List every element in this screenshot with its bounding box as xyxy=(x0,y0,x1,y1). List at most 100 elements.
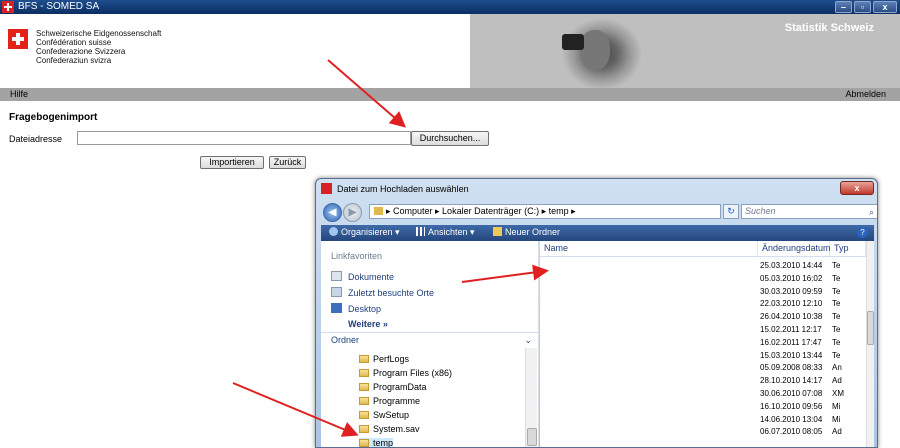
banner-title: Statistik Schweiz xyxy=(784,22,874,34)
file-type: Te xyxy=(832,350,841,360)
documents-icon xyxy=(331,271,342,281)
file-type: Mi xyxy=(832,401,841,411)
folder-program-files-x86[interactable]: Program Files (x86) xyxy=(359,368,452,378)
chevron-down-icon: ⌄ xyxy=(524,335,532,345)
page-title: Fragebogenimport xyxy=(9,112,98,123)
search-icon[interactable]: ⌕ xyxy=(869,206,874,219)
folder-icon xyxy=(359,411,369,419)
link-recent-label: Zuletzt besuchte Orte xyxy=(348,288,435,298)
import-button[interactable]: Importieren xyxy=(200,156,264,169)
help-icon[interactable]: ? xyxy=(857,227,868,238)
new-folder-label: Neuer Ordner xyxy=(505,227,561,237)
favorites-heading: Linkfavoriten xyxy=(331,251,383,261)
file-row[interactable]: Rechnungskopf.doc16.10.2010 09:56Mi xyxy=(540,401,866,412)
file-row[interactable]: sm_73149063_a_2009.txt30.03.2010 09:59Te xyxy=(540,286,866,297)
dialog-close-button[interactable]: x xyxy=(840,181,874,195)
file-row[interactable]: Rechnung.pdf06.07.2010 08:05Ad xyxy=(540,426,866,437)
file-date: 30.03.2010 09:59 xyxy=(760,286,823,296)
menu-help[interactable]: Hilfe xyxy=(10,89,28,99)
file-row[interactable]: sm__a_2009.txt05.03.2010 16:02Te xyxy=(540,273,866,284)
file-row[interactable]: sm_64402_a_2009.txt15.03.2010 13:44Te xyxy=(540,350,866,361)
folder-label: System.sav xyxy=(373,424,420,434)
federation-line-it: Confederazione Svizzera xyxy=(36,47,126,56)
column-header-name[interactable]: Name xyxy=(540,241,758,257)
file-date: 06.07.2010 08:05 xyxy=(760,427,823,437)
swiss-flag-icon xyxy=(8,29,28,49)
file-date: 22.03.2010 12:10 xyxy=(760,299,823,309)
folder-icon xyxy=(359,355,369,363)
folders-heading[interactable]: Ordner ⌄ xyxy=(321,332,538,348)
photographer-face xyxy=(580,30,610,70)
file-row[interactable]: sm_71284392_a_2009.txt22.03.2010 12:10Te xyxy=(540,298,866,309)
link-documents-label: Dokumente xyxy=(348,272,395,282)
file-address-input[interactable] xyxy=(77,131,411,145)
link-documents[interactable]: Dokumente xyxy=(331,271,394,282)
recent-places-icon xyxy=(331,287,342,297)
file-date: 28.10.2010 14:17 xyxy=(760,376,823,386)
forward-arrow-icon[interactable]: ▶ xyxy=(343,203,362,222)
logout-link[interactable]: Abmelden xyxy=(845,89,886,99)
file-type: Te xyxy=(832,273,841,283)
link-desktop[interactable]: Desktop xyxy=(331,303,381,314)
file-row[interactable]: sm_AG71274939_a_2009.txt25.03.2010 14:44… xyxy=(540,260,866,271)
breadcrumb[interactable]: ▸ Computer ▸ Lokaler Datenträger (C:) ▸ … xyxy=(369,204,721,219)
file-upload-dialog: Datei zum Hochladen auswählen x ◀ ▶ ▸ Co… xyxy=(315,178,878,448)
address-bar: ◀ ▶ ▸ Computer ▸ Lokaler Datenträger (C:… xyxy=(321,201,877,223)
file-type: Te xyxy=(832,325,841,334)
folder-system-sav[interactable]: System.sav xyxy=(359,424,420,434)
folders-scrollbar[interactable] xyxy=(525,348,537,447)
close-button[interactable]: x xyxy=(873,1,897,13)
folder-label: Programme xyxy=(373,396,421,406)
file-type: Mi xyxy=(832,414,841,424)
dialog-toolbar: Organisieren ▾ Ansichten ▾ Neuer Ordner … xyxy=(321,225,874,241)
file-date: 15.02.2011 12:17 xyxy=(760,325,822,334)
folder-swsetup[interactable]: SwSetup xyxy=(359,410,409,420)
navigation-pane: Linkfavoriten Dokumente Zuletzt besuchte… xyxy=(321,241,539,447)
maximize-button[interactable]: ▫ xyxy=(854,1,871,13)
file-list-scrollbar[interactable] xyxy=(866,241,874,447)
file-row[interactable]: Rechnungen Mai.xls14.06.2010 13:04Mi xyxy=(540,414,866,425)
new-folder-button[interactable]: Neuer Ordner xyxy=(493,227,560,237)
organize-menu[interactable]: Organisieren ▾ xyxy=(329,227,400,238)
link-recent-places[interactable]: Zuletzt besuchte Orte xyxy=(331,287,434,298)
refresh-icon[interactable]: ↻ xyxy=(723,204,739,219)
file-row[interactable]: sm_71277463_a_2009.txt15.02.2011 12:17Te xyxy=(540,324,866,335)
file-row[interactable]: sm_71273212_a_2010.txt16.02.2011 17:47Te xyxy=(540,337,866,348)
back-arrow-icon[interactable]: ◀ xyxy=(323,203,342,222)
app-icon xyxy=(2,1,14,13)
file-type: XM xyxy=(832,389,844,398)
file-row[interactable]: Saladin.xml30.06.2010 07:08XM xyxy=(540,388,866,399)
file-row[interactable]: Sammelrechnung.pdf28.10.2010 14:17Ad xyxy=(540,375,866,386)
folder-programme[interactable]: Programme xyxy=(359,396,420,406)
file-row[interactable]: SkypeSetup.exe05.09.2008 08:33An xyxy=(540,362,866,373)
file-type: Ad xyxy=(832,427,842,437)
column-header-date[interactable]: Änderungsdatum xyxy=(758,241,831,257)
menubar: Hilfe Abmelden xyxy=(0,88,900,101)
link-more[interactable]: Weitere » xyxy=(348,319,388,329)
folder-icon xyxy=(359,439,369,447)
folder-perflogs[interactable]: PerfLogs xyxy=(359,354,409,364)
minimize-button[interactable]: – xyxy=(835,1,852,13)
column-header-type[interactable]: Typ xyxy=(830,241,866,257)
folder-icon xyxy=(359,383,369,391)
scrollbar-thumb[interactable] xyxy=(527,428,537,446)
folder-label: ProgramData xyxy=(373,382,427,392)
file-row[interactable]: sm_71279937_a_2009.txt26.04.2010 10:38Te xyxy=(540,311,866,322)
views-menu[interactable]: Ansichten ▾ xyxy=(416,227,475,238)
browse-button[interactable]: Durchsuchen... xyxy=(411,131,489,146)
back-button[interactable]: Zurück xyxy=(269,156,306,169)
file-date: 16.02.2011 17:47 xyxy=(760,337,822,347)
folder-icon xyxy=(359,369,369,377)
folder-programdata[interactable]: ProgramData xyxy=(359,382,427,392)
federation-line-rm: Confederaziun svizra xyxy=(36,56,112,65)
desktop-icon xyxy=(331,303,342,313)
folder-label: PerfLogs xyxy=(373,354,410,364)
link-desktop-label: Desktop xyxy=(348,304,382,314)
camera-icon xyxy=(562,34,584,50)
file-date: 30.06.2010 07:08 xyxy=(760,389,823,398)
file-list: Name Änderungsdatum Typ sm_AG71274939_a_… xyxy=(540,241,874,447)
scrollbar-thumb[interactable] xyxy=(867,311,874,345)
folder-temp[interactable]: temp xyxy=(359,438,394,447)
federation-line-fr: Confédération suisse xyxy=(36,38,112,47)
search-input[interactable]: Suchen ⌕ xyxy=(741,204,877,219)
